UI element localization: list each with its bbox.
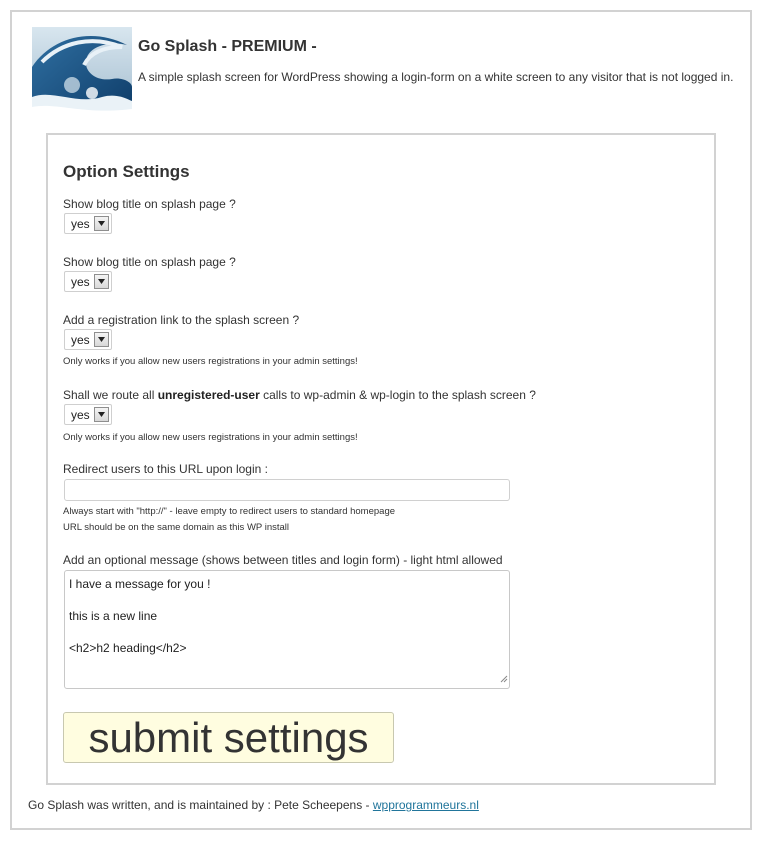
plugin-title: Go Splash - PREMIUM -	[138, 38, 317, 55]
redirect-url-domain-hint: URL should be on the same domain as this…	[63, 522, 290, 533]
select-value: yes	[71, 333, 90, 347]
message-line: <h2>h2 heading</h2>	[69, 641, 187, 655]
select-value: yes	[71, 217, 90, 231]
wave-logo-icon	[32, 27, 132, 122]
author-link[interactable]: wpprogrammeurs.nl	[373, 798, 479, 812]
plugin-description: A simple splash screen for WordPress sho…	[138, 70, 734, 84]
option-settings-panel: Option Settings Show blog title on splas…	[46, 133, 716, 785]
resize-grip-icon[interactable]	[499, 671, 508, 687]
message-line: this is a new line	[69, 609, 158, 623]
registration-link-select[interactable]: yes	[64, 329, 112, 350]
chevron-down-icon[interactable]	[94, 274, 109, 289]
route-unregistered-select[interactable]: yes	[64, 404, 112, 425]
chevron-down-icon[interactable]	[94, 407, 109, 422]
chevron-down-icon[interactable]	[94, 332, 109, 347]
select-value: yes	[71, 275, 90, 289]
plugin-page: Go Splash - PREMIUM - A simple splash sc…	[10, 10, 752, 830]
redirect-url-input[interactable]	[64, 479, 510, 501]
show-blog-title-label: Show blog title on splash page ?	[63, 197, 236, 211]
optional-message-label: Add an optional message (shows between t…	[63, 553, 503, 567]
message-line	[69, 624, 505, 640]
optional-message-textarea[interactable]: I have a message for you ! this is a new…	[64, 570, 510, 689]
footer-credit: Go Splash was written, and is maintained…	[28, 798, 479, 812]
unregistered-user-bold: unregistered-user	[157, 388, 260, 402]
submit-settings-button[interactable]: submit settings	[63, 712, 394, 763]
message-line: I have a message for you !	[69, 577, 211, 591]
show-blog-title-label-2: Show blog title on splash page ?	[63, 255, 236, 269]
show-blog-title-select-2[interactable]: yes	[64, 271, 112, 292]
route-unregistered-label: Shall we route all unregistered-user cal…	[63, 388, 536, 402]
chevron-down-icon[interactable]	[94, 216, 109, 231]
redirect-url-hint: Always start with "http://" - leave empt…	[63, 506, 396, 517]
registration-link-hint: Only works if you allow new users regist…	[63, 356, 358, 367]
show-blog-title-select[interactable]: yes	[64, 213, 112, 234]
section-title: Option Settings	[63, 162, 190, 181]
select-value: yes	[71, 408, 90, 422]
redirect-url-label: Redirect users to this URL upon login :	[63, 462, 268, 476]
message-line	[69, 592, 505, 608]
registration-link-label: Add a registration link to the splash sc…	[63, 313, 300, 327]
route-unregistered-hint: Only works if you allow new users regist…	[63, 432, 358, 443]
